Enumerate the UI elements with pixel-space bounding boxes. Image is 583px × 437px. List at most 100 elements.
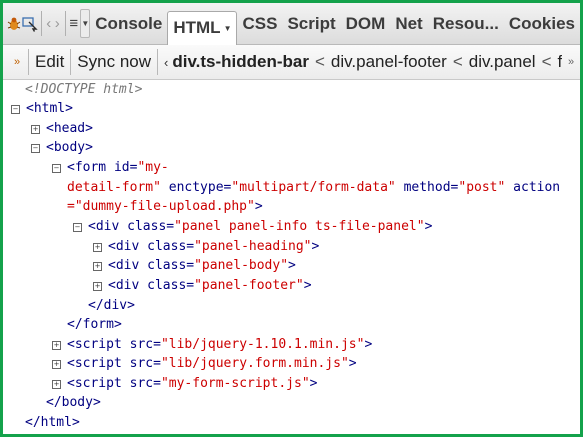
edit-button[interactable]: Edit xyxy=(29,52,70,72)
expand-twisty-icon[interactable]: + xyxy=(93,243,102,252)
attr-name: src= xyxy=(129,356,161,371)
list-panels-icon[interactable]: ≡ xyxy=(68,10,79,37)
tree-row-html-close[interactable]: </html> xyxy=(25,413,80,433)
tree-row-html[interactable]: − <html> xyxy=(11,99,73,119)
tree-row-div-close[interactable]: </div> xyxy=(88,296,135,316)
tree-row-form-cont2: ="dummy-file-upload.php"> xyxy=(67,197,263,217)
breadcrumb-separator: < xyxy=(452,52,463,71)
attr-name: src= xyxy=(129,337,161,352)
tree-row-div-heading[interactable]: + <div class="panel-heading"> xyxy=(93,237,319,257)
attr-value[interactable]: "lib/jquery-1.10.1.min.js" xyxy=(161,337,365,352)
attr-name: class= xyxy=(147,258,195,273)
tab-dom[interactable]: DOM xyxy=(341,8,391,40)
tree-row-script-2[interactable]: + <script src="lib/jquery.form.min.js"> xyxy=(52,354,357,374)
attr-name: class= xyxy=(147,278,195,293)
tag-bracket: > xyxy=(254,199,263,214)
body-close-tag[interactable]: </body> xyxy=(46,395,101,410)
tree-row-form-close[interactable]: </form> xyxy=(67,315,122,335)
tab-css[interactable]: CSS xyxy=(237,8,282,40)
form-open-tag[interactable]: <form xyxy=(67,160,106,175)
tree-row-body[interactable]: − <body> xyxy=(31,138,93,158)
attr-value[interactable]: "post" xyxy=(458,180,505,195)
breadcrumb-scroll-right-icon[interactable]: » xyxy=(562,45,580,79)
div-open-tag[interactable]: <div xyxy=(108,278,139,293)
tab-resources[interactable]: Resou... xyxy=(428,8,504,40)
breadcrumb-item[interactable]: div.panel xyxy=(469,52,536,72)
tree-row-body-close[interactable]: </body> xyxy=(46,393,101,413)
tree-row-doctype: <!DOCTYPE html> xyxy=(25,80,142,100)
tree-row-script-1[interactable]: + <script src="lib/jquery-1.10.1.min.js"… xyxy=(52,335,372,355)
tag-bracket: > xyxy=(288,258,296,273)
script-open-tag[interactable]: <script xyxy=(67,376,122,391)
breadcrumb-scroll-left-icon[interactable]: ‹ xyxy=(164,55,168,70)
tab-script[interactable]: Script xyxy=(282,8,340,40)
tree-row-div-footer[interactable]: + <div class="panel-footer"> xyxy=(93,276,312,296)
collapse-twisty-icon[interactable]: − xyxy=(52,164,61,173)
forward-icon[interactable]: › xyxy=(53,10,61,37)
expand-twisty-icon[interactable]: + xyxy=(93,262,102,271)
tree-row-head[interactable]: + <head> xyxy=(31,119,93,139)
firebug-menu-icon[interactable] xyxy=(6,10,22,37)
attr-name: method= xyxy=(403,180,459,195)
tab-console[interactable]: Console xyxy=(90,8,167,40)
attr-value[interactable]: "my-form-script.js" xyxy=(161,376,310,391)
attr-value[interactable]: "panel-heading" xyxy=(194,239,311,254)
expand-twisty-icon[interactable]: + xyxy=(52,360,61,369)
attr-value[interactable]: detail-form" xyxy=(67,180,161,195)
html-close-tag[interactable]: </html> xyxy=(25,415,80,430)
expand-twisty-icon[interactable]: + xyxy=(52,380,61,389)
div-open-tag[interactable]: <div xyxy=(108,239,139,254)
attr-value[interactable]: ="dummy-file-upload.php" xyxy=(67,199,255,214)
attr-value[interactable]: "panel panel-info ts-file-panel" xyxy=(174,219,424,234)
html-tree: <!DOCTYPE html> − <html> + <head> − <bod… xyxy=(3,80,580,434)
collapse-twisty-icon[interactable]: − xyxy=(11,105,20,114)
collapse-twisty-icon[interactable]: − xyxy=(31,144,40,153)
head-tag[interactable]: <head> xyxy=(46,121,93,136)
tab-cookies[interactable]: Cookies xyxy=(504,8,580,40)
tag-bracket: > xyxy=(364,337,373,352)
div-open-tag[interactable]: <div xyxy=(88,219,119,234)
tree-row-form-cont: detail-form" enctype="multipart/form-dat… xyxy=(67,178,560,198)
tab-net[interactable]: Net xyxy=(390,8,427,40)
tag-bracket: > xyxy=(311,239,320,254)
breadcrumb-separator: < xyxy=(541,52,552,71)
attr-name: src= xyxy=(129,376,161,391)
sync-now-button[interactable]: Sync now xyxy=(71,52,157,72)
attr-value[interactable]: "panel-body" xyxy=(194,258,288,273)
toolbar-separator xyxy=(41,11,42,36)
body-open-tag[interactable]: <body> xyxy=(46,140,93,155)
attr-name: action xyxy=(513,180,561,195)
attr-value[interactable]: "multipart/form-data" xyxy=(231,180,395,195)
expand-twisty-icon[interactable]: + xyxy=(52,341,61,350)
expand-twisty-icon[interactable]: + xyxy=(31,125,40,134)
html-open-tag[interactable]: <html> xyxy=(26,101,73,116)
chevron-down-icon[interactable]: ▼ xyxy=(80,9,91,38)
attr-value[interactable]: "my- xyxy=(137,160,168,175)
attr-name: class= xyxy=(127,219,175,234)
attr-name: class= xyxy=(147,239,195,254)
inspect-element-icon[interactable] xyxy=(22,10,38,37)
script-open-tag[interactable]: <script xyxy=(67,356,122,371)
tree-row-div-panel[interactable]: − <div class="panel panel-info ts-file-p… xyxy=(73,217,432,237)
tab-html[interactable]: HTML ▼ xyxy=(167,10,238,45)
collapse-twisty-icon[interactable]: − xyxy=(73,223,82,232)
form-close-tag[interactable]: </form> xyxy=(67,317,122,332)
tree-row-form[interactable]: − <form id="my- xyxy=(52,158,169,178)
html-panel-toolbar: » Edit Sync now ‹ div.ts-hidden-bar < di… xyxy=(3,45,580,80)
attr-name: id= xyxy=(113,160,138,175)
back-icon[interactable]: ‹ xyxy=(45,10,53,37)
chevron-down-icon[interactable]: ▼ xyxy=(224,24,232,33)
div-close-tag[interactable]: </div> xyxy=(88,298,135,313)
div-open-tag[interactable]: <div xyxy=(108,258,139,273)
tree-row-div-body[interactable]: + <div class="panel-body"> xyxy=(93,256,296,276)
tag-bracket: > xyxy=(348,356,357,371)
breadcrumb-item[interactable]: div.panel-footer xyxy=(331,52,447,72)
tree-row-script-3[interactable]: + <script src="my-form-script.js"> xyxy=(52,374,317,394)
script-open-tag[interactable]: <script xyxy=(67,337,122,352)
expand-twisty-icon[interactable]: + xyxy=(93,282,102,291)
expand-icon[interactable]: » xyxy=(6,56,28,68)
panel-tab-bar: ‹ › ≡ ▼ Console HTML ▼ CSS Script DOM Ne… xyxy=(3,3,580,45)
attr-value[interactable]: "lib/jquery.form.min.js" xyxy=(161,356,349,371)
attr-value[interactable]: "panel-footer" xyxy=(194,278,304,293)
breadcrumb-item[interactable]: div.ts-hidden-bar xyxy=(172,52,309,72)
